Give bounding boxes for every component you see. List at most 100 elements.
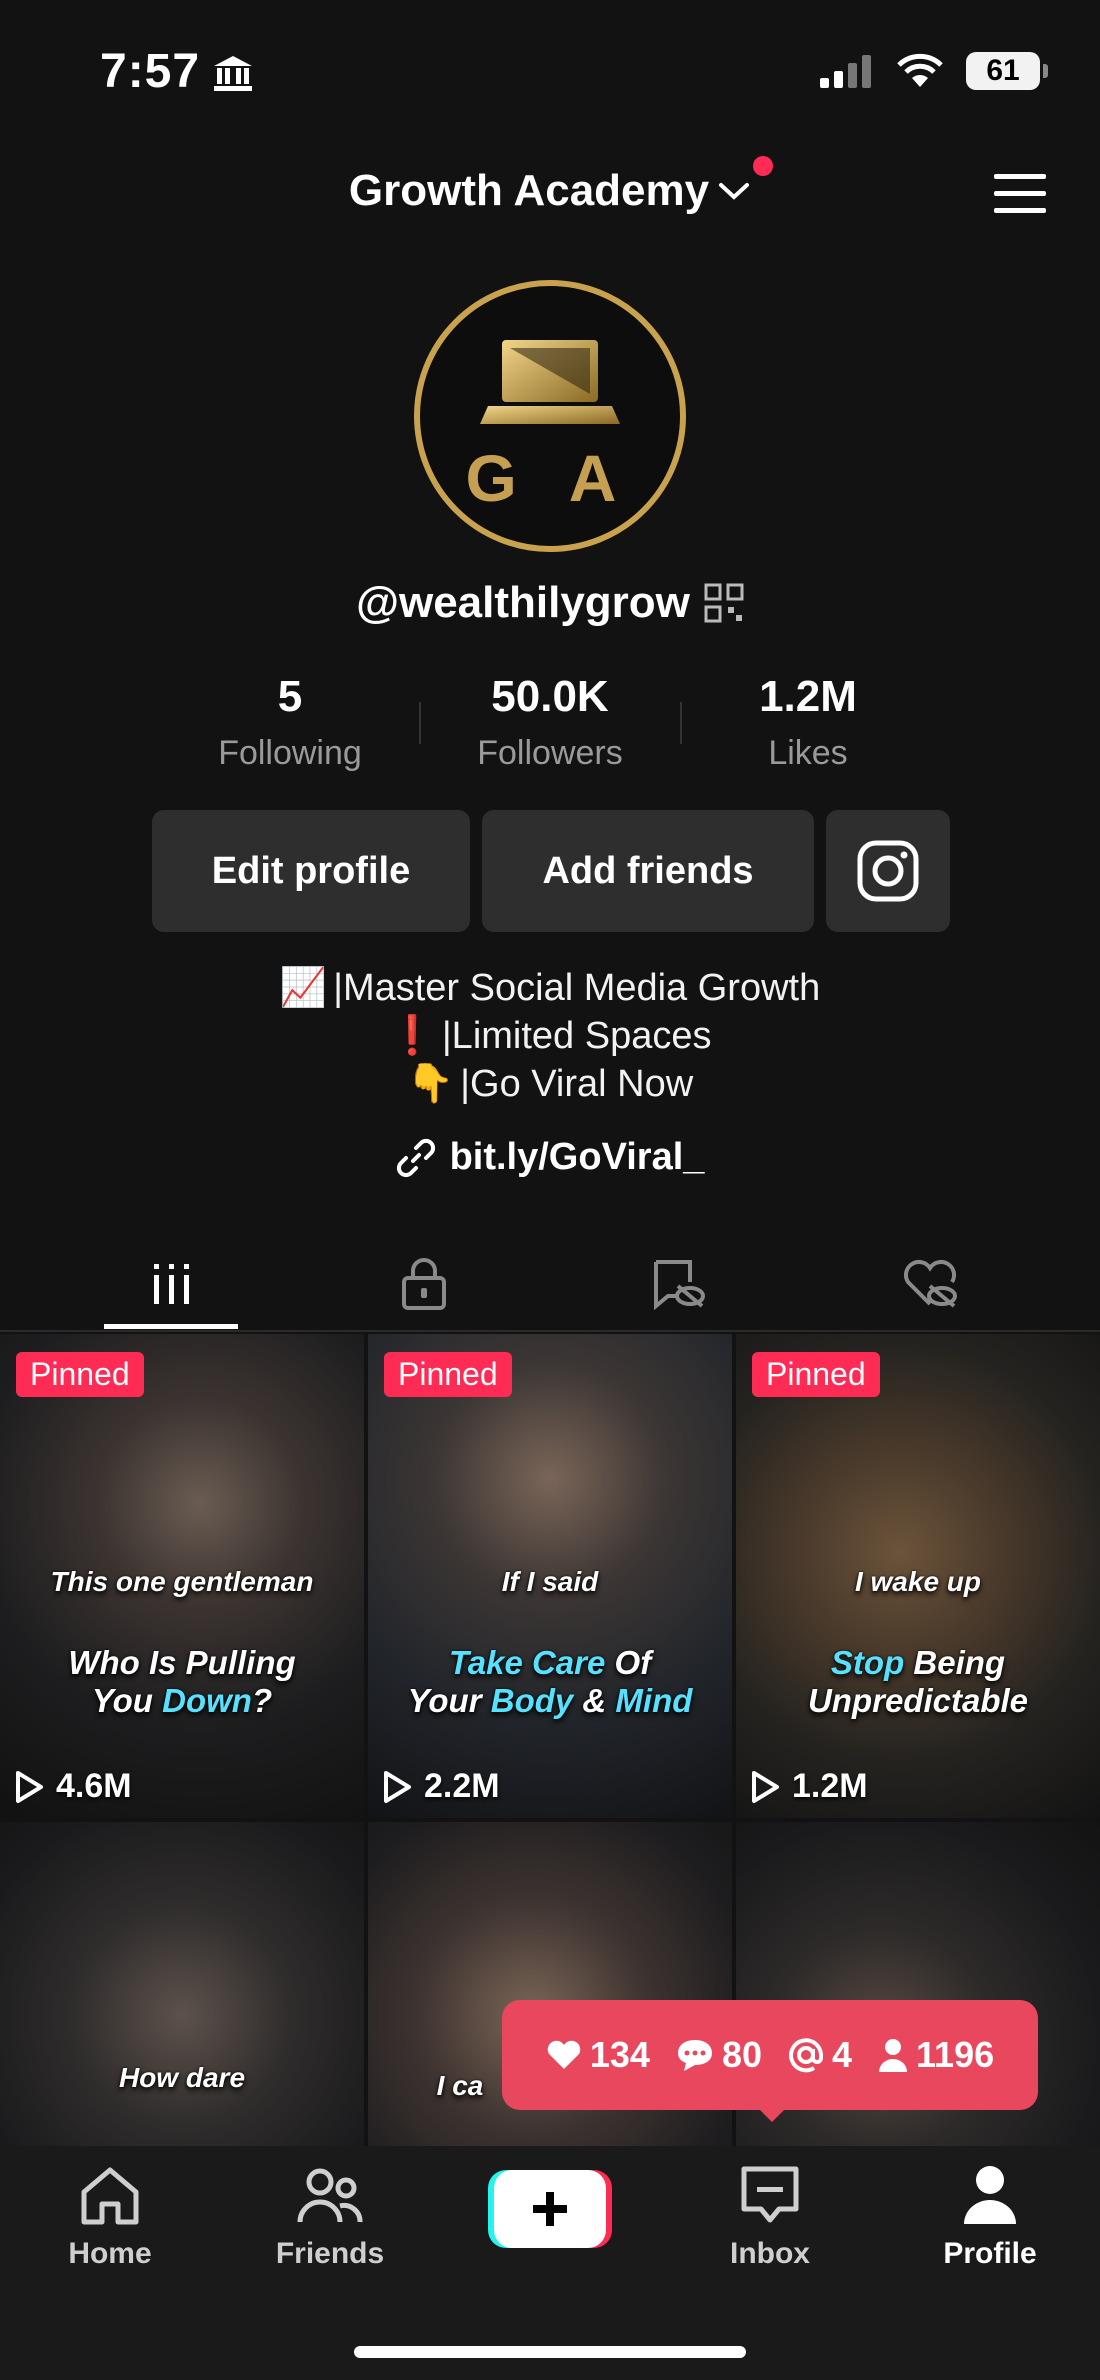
caption-text: &	[573, 1682, 616, 1719]
video-caption: I wake up	[854, 1566, 982, 1597]
popup-mentions: 4	[788, 2034, 852, 2076]
video-caption-main: Who Is Pulling You Down?	[0, 1644, 364, 1720]
caption-line: Take Care Of	[368, 1644, 732, 1682]
nav-inbox[interactable]: Inbox	[660, 2164, 880, 2271]
video-tile[interactable]: Pinned This one gentleman Who Is Pulling…	[0, 1334, 364, 1818]
bio-text: |Limited Spaces	[441, 1015, 712, 1057]
caption-text: Your	[407, 1682, 491, 1719]
view-count-text: 4.6M	[56, 1767, 132, 1805]
instagram-icon	[857, 840, 919, 902]
tab-reposts[interactable]	[548, 1236, 808, 1332]
popup-comments: 80	[676, 2034, 762, 2076]
popup-likes: 134	[546, 2034, 650, 2076]
view-count: 2.2M	[382, 1767, 500, 1806]
comment-icon	[677, 2040, 712, 2071]
hidden-post-icon	[654, 1260, 705, 1310]
profile-icon	[964, 2166, 1016, 2224]
caption-line: Unpredictable	[807, 1682, 1029, 1719]
heart-icon	[547, 2040, 581, 2069]
caption-text: Being	[904, 1644, 1006, 1681]
menu-icon[interactable]	[992, 172, 1048, 216]
stat-following[interactable]: 5 Following	[160, 672, 420, 773]
nav-home[interactable]: Home	[0, 2164, 220, 2271]
video-caption: If I said	[501, 1566, 599, 1597]
video-caption-main: Stop Being Unpredictable	[736, 1644, 1100, 1720]
battery-indicator: 61	[966, 52, 1048, 90]
video-tile[interactable]: Pinned I wake up Stop Being Unpredictabl…	[736, 1334, 1100, 1818]
notification-dot	[753, 156, 774, 176]
account-name: Growth Academy	[348, 166, 710, 215]
caption-text: You	[91, 1682, 163, 1719]
profile-handle-row: @wealthilygrow	[0, 578, 1100, 628]
stat-value: 50.0K	[491, 672, 609, 721]
caption-highlight: Take Care	[448, 1644, 606, 1681]
stat-label: Likes	[768, 734, 848, 772]
hidden-heart-icon	[904, 1260, 957, 1308]
play-icon	[16, 1770, 43, 1803]
bio-link[interactable]: bit.ly/GoViral_	[0, 1136, 1100, 1188]
bio-line: 📈 |Master Social Media Growth	[0, 966, 1100, 1010]
caption-text: ?	[251, 1682, 273, 1719]
play-icon	[752, 1770, 779, 1803]
status-time: 7:57	[100, 45, 201, 98]
video-tile[interactable]: Pinned If I said Take Care Of Your Body …	[368, 1334, 732, 1818]
nav-profile[interactable]: Profile	[880, 2164, 1100, 2271]
caption-line: Stop Being	[736, 1644, 1100, 1682]
caption-text: Of	[605, 1644, 652, 1681]
nav-label: Home	[68, 2237, 152, 2270]
nav-friends[interactable]: Friends	[220, 2164, 440, 2271]
home-icon	[81, 2167, 139, 2225]
bio-line: 👇 |Go Viral Now	[0, 1062, 1100, 1106]
link-text: bit.ly/GoViral_	[449, 1136, 705, 1178]
caption-line: Your Body & Mind	[368, 1682, 732, 1720]
person-icon	[879, 2039, 908, 2072]
friends-icon	[297, 2168, 363, 2223]
divider	[0, 1330, 1100, 1332]
wifi-icon	[897, 53, 943, 87]
grid-icon	[154, 1264, 189, 1304]
bank-icon	[214, 56, 252, 91]
caption-highlight: Body	[490, 1682, 574, 1719]
lock-icon	[402, 1258, 446, 1310]
caption-line: You Down?	[0, 1682, 364, 1720]
instagram-button[interactable]	[826, 810, 950, 932]
inbox-icon	[741, 2166, 799, 2223]
bio-text: |Go Viral Now	[460, 1063, 694, 1105]
stat-followers[interactable]: 50.0K Followers	[420, 672, 680, 773]
view-count-text: 1.2M	[792, 1767, 868, 1805]
video-caption-main: Take Care Of Your Body & Mind	[368, 1644, 732, 1720]
popup-followers-count: 1196	[916, 2034, 995, 2075]
stat-label: Followers	[477, 734, 623, 772]
nav-label: Friends	[275, 2237, 385, 2270]
view-count-text: 2.2M	[424, 1767, 500, 1805]
bio-line: ❗ |Limited Spaces	[0, 1014, 1100, 1058]
caption-highlight: Mind	[615, 1682, 693, 1719]
status-icons: 61	[820, 52, 1048, 90]
stat-value: 5	[277, 672, 303, 721]
create-button[interactable]	[488, 2170, 612, 2248]
chart-emoji-icon: 📈	[279, 967, 328, 1009]
tab-private[interactable]	[294, 1236, 554, 1332]
view-count: 1.2M	[750, 1767, 868, 1806]
add-friends-button[interactable]: Add friends	[482, 810, 814, 932]
tab-liked[interactable]	[800, 1236, 1060, 1332]
tab-videos[interactable]	[42, 1236, 302, 1332]
popup-pointer	[754, 2104, 790, 2122]
popup-comments-count: 80	[721, 2034, 762, 2075]
pointing-down-emoji-icon: 👇	[406, 1063, 455, 1105]
home-indicator	[354, 2346, 746, 2358]
mention-icon	[789, 2038, 823, 2073]
qr-code-icon[interactable]	[704, 583, 744, 623]
edit-profile-button[interactable]: Edit profile	[152, 810, 470, 932]
caption-line: Who Is Pulling	[68, 1644, 296, 1681]
video-caption: How dare	[118, 2062, 246, 2093]
caption-highlight: Down	[162, 1682, 252, 1719]
exclamation-emoji-icon: ❗	[388, 1015, 436, 1057]
chevron-down-icon	[719, 183, 750, 200]
activity-popup[interactable]: 134 80 4 1196	[502, 2000, 1038, 2110]
stat-likes[interactable]: 1.2M Likes	[678, 672, 938, 773]
bio-text: |Master Social Media Growth	[333, 967, 821, 1009]
account-switcher[interactable]: Growth Academy	[0, 156, 1100, 216]
cellular-signal-icon	[820, 55, 871, 88]
pinned-badge: Pinned	[384, 1352, 512, 1397]
